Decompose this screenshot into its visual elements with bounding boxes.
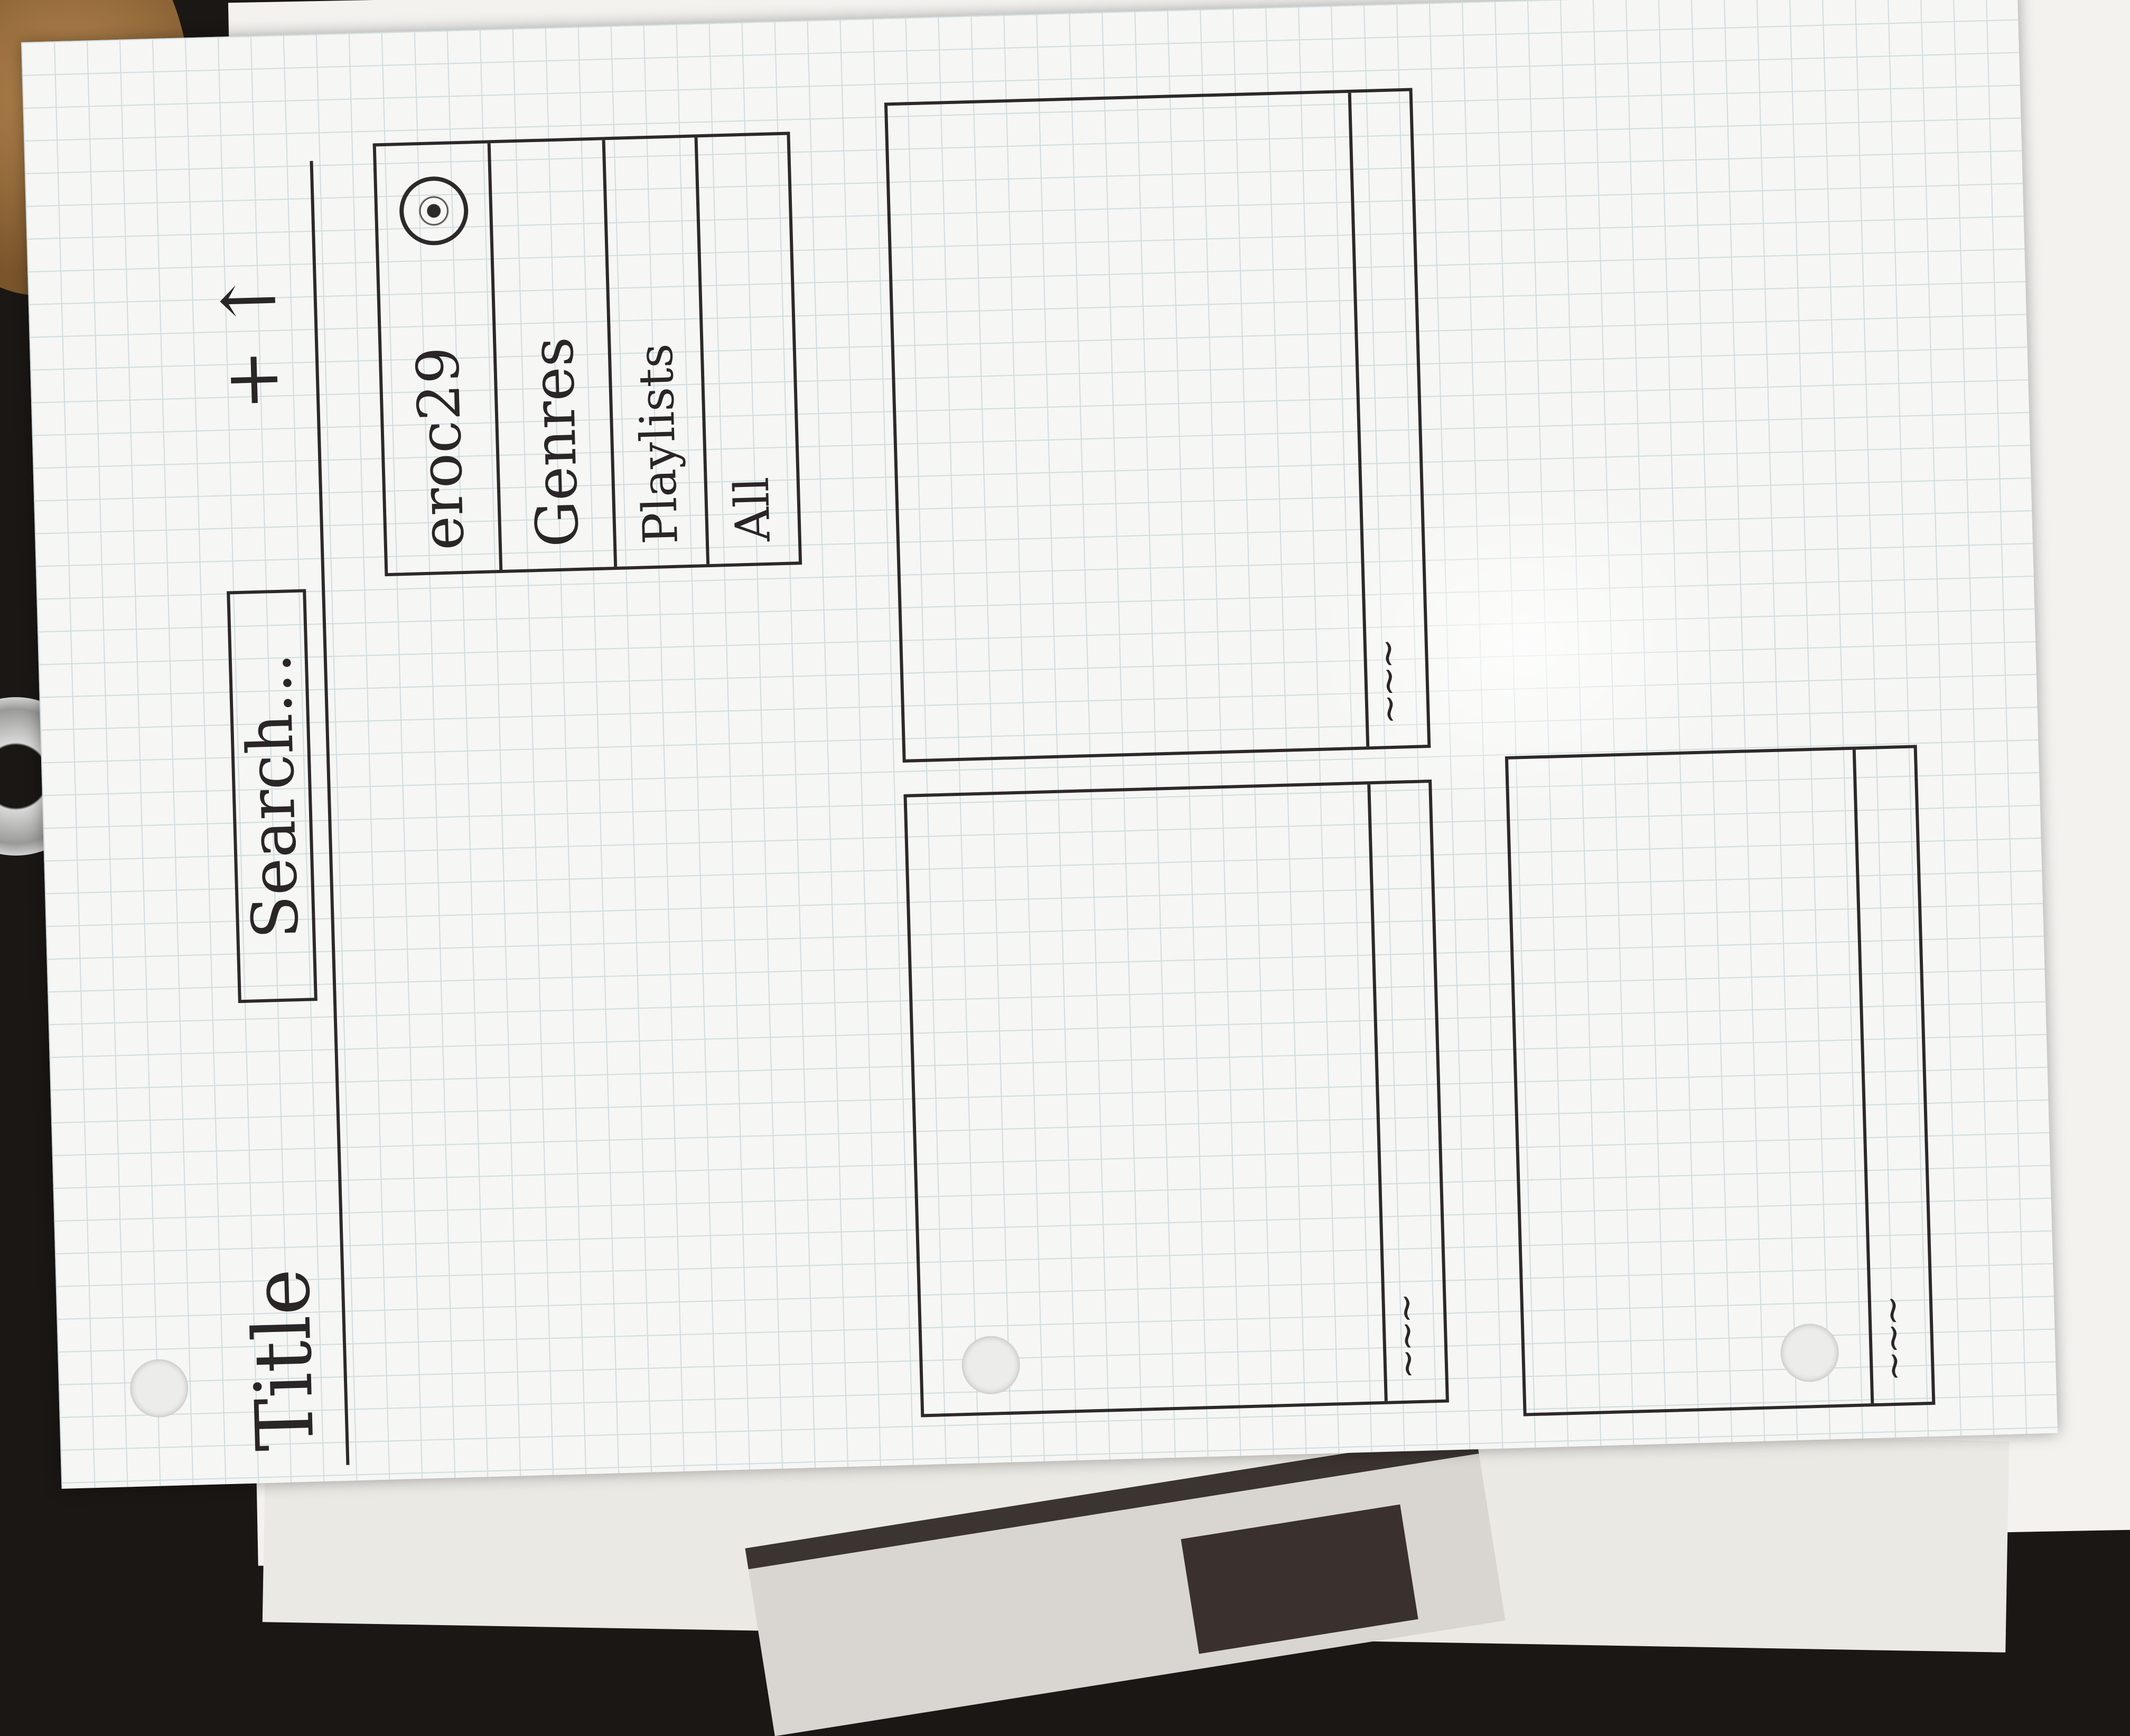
card-caption-squiggle: ~~~ bbox=[1384, 1295, 1430, 1380]
profile-avatar-icon[interactable] bbox=[398, 175, 469, 247]
card-caption-bar: ~~~ bbox=[1348, 91, 1428, 747]
menu-item-all[interactable]: All bbox=[698, 135, 799, 564]
app-title: Title bbox=[235, 1267, 332, 1452]
card-caption-bar: ~~~ bbox=[1852, 748, 1932, 1404]
menu-item-username[interactable]: eroc29 bbox=[376, 143, 503, 574]
menu-item-label: Genres bbox=[518, 336, 592, 548]
up-arrow-icon[interactable]: ↑ bbox=[206, 269, 294, 333]
card-caption-squiggle: ~~~ bbox=[1870, 1297, 1916, 1383]
content-card[interactable]: ~~~ bbox=[903, 779, 1449, 1418]
search-input[interactable]: Search... bbox=[227, 589, 317, 1003]
username-label: eroc29 bbox=[403, 345, 477, 551]
menu-item-label: All bbox=[724, 476, 781, 543]
graph-paper-sheet: Title Search... + ↑ eroc29 Genres Playli… bbox=[21, 0, 2058, 1489]
wireframe-sketch: Title Search... + ↑ eroc29 Genres Playli… bbox=[197, 48, 1936, 1468]
content-card[interactable]: ~~~ bbox=[884, 88, 1431, 763]
punch-hole bbox=[129, 1358, 189, 1419]
plus-icon[interactable]: + bbox=[208, 348, 296, 412]
profile-menu: eroc29 Genres Playlists All bbox=[372, 132, 802, 577]
menu-item-playlists[interactable]: Playlists bbox=[605, 137, 710, 567]
card-caption-squiggle: ~~~ bbox=[1365, 641, 1412, 726]
menu-item-genres[interactable]: Genres bbox=[490, 140, 618, 570]
card-caption-bar: ~~~ bbox=[1367, 783, 1446, 1401]
menu-item-label: Playlists bbox=[628, 343, 689, 546]
content-card[interactable]: ~~~ bbox=[1505, 745, 1936, 1416]
